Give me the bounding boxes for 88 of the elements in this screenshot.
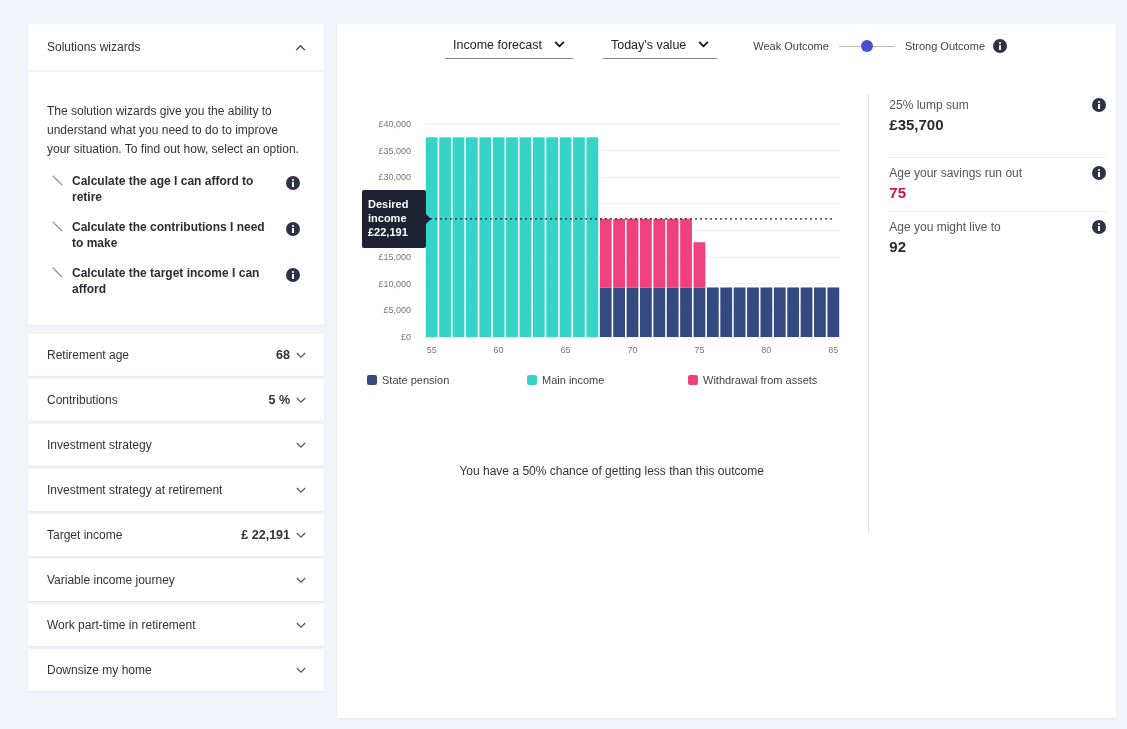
settings-row[interactable]: Variable income journey	[28, 559, 324, 601]
axis-label: 55	[426, 345, 437, 355]
chart-bar	[814, 287, 826, 337]
settings-row[interactable]: Contributions 5 %	[28, 379, 324, 421]
chart-bar	[653, 287, 666, 337]
chevron-icon	[296, 576, 306, 584]
chart-bar	[760, 287, 773, 337]
chevron-icon	[296, 531, 306, 539]
chance-note: You have a 50% chance of getting less than this outcome	[458, 464, 765, 478]
chevron-icon[interactable]	[295, 43, 306, 51]
chevron-icon	[296, 396, 306, 404]
axis-label: 70	[627, 345, 638, 355]
chart-bar	[720, 287, 733, 337]
axis-label: 65	[560, 345, 571, 355]
axis-label: £0	[401, 332, 411, 342]
wand-icon	[51, 220, 64, 233]
settings-row[interactable]: Downsize my home	[28, 649, 324, 691]
axis-label: 85	[828, 345, 839, 355]
chart-bar	[653, 218, 666, 288]
chart-bar	[693, 287, 706, 337]
chart-bar	[773, 287, 786, 337]
chevron-icon	[296, 441, 306, 449]
chevron-icon	[698, 41, 710, 48]
axis-label: £30,000	[378, 172, 411, 183]
chart-bar	[827, 287, 840, 337]
tooltip-pointer	[426, 213, 431, 224]
info-icon[interactable]	[286, 222, 300, 236]
chevron-icon	[296, 666, 306, 674]
intro-text: The solution wizards give you the ability to understand what you need to do to improve your situation. To find out how, select an option.	[47, 103, 300, 158]
wizard-link[interactable]: Calculate the target income I can afford	[72, 265, 278, 297]
wizard-link[interactable]: Calculate the contributions I need to make	[72, 219, 278, 251]
info-icon[interactable]	[1092, 98, 1106, 112]
chart-bar	[626, 218, 639, 288]
axis-label: 80	[761, 345, 772, 355]
stat-label: 25% lump sum	[889, 98, 969, 112]
settings-row[interactable]: Investment strategy at retirement	[28, 469, 324, 511]
info-icon[interactable]	[1092, 220, 1106, 234]
axis-label: £10,000	[378, 278, 411, 289]
chart-bar	[800, 287, 813, 337]
stat-value: 92	[889, 238, 907, 255]
chart-bar	[640, 287, 652, 337]
axis-label: £15,000	[378, 252, 411, 263]
panel-title: Solutions wizards	[47, 40, 141, 54]
stat-label: Age you might live to	[889, 220, 1001, 234]
chevron-icon	[553, 41, 565, 48]
chart-bar	[613, 287, 625, 337]
value-select[interactable]: Today's value	[602, 33, 718, 59]
stat-value: £35,700	[889, 116, 945, 133]
view-select[interactable]: Income forecast	[445, 33, 573, 59]
chart-bar	[626, 287, 639, 337]
axis-label: £40,000	[378, 119, 411, 129]
info-icon[interactable]	[1092, 166, 1106, 180]
wand-icon	[51, 266, 64, 279]
legend-label: Main income	[542, 374, 605, 386]
info-icon[interactable]	[286, 268, 300, 282]
axis-label: £35,000	[378, 145, 411, 156]
chart-bar	[733, 287, 746, 337]
axis-label: £5,000	[383, 305, 411, 316]
chevron-icon	[296, 351, 306, 359]
wizard-link[interactable]: Calculate the age I can afford to retire	[72, 173, 278, 205]
chevron-icon	[296, 486, 306, 494]
stat-label: Age your savings run out	[889, 166, 1023, 180]
settings-row[interactable]: Work part-time in retirement	[28, 604, 324, 646]
stat-value: 75	[889, 184, 907, 201]
chart-bar	[787, 287, 800, 337]
chart-bar	[666, 218, 679, 288]
tooltip: Desired income £22,191	[362, 189, 426, 248]
chart-bar	[747, 287, 759, 337]
settings-row[interactable]: Target income £ 22,191	[28, 514, 324, 556]
axis-label: 60	[493, 345, 504, 355]
legend-label: Withdrawal from assets	[703, 374, 818, 386]
slider-label: Strong Outcome	[904, 40, 985, 52]
settings-row[interactable]: Investment strategy	[28, 424, 324, 466]
chart-bar	[613, 218, 625, 288]
chart-bar	[706, 287, 719, 337]
chart-bar	[666, 287, 679, 337]
outcome-slider[interactable]	[838, 40, 895, 52]
chart-bar	[680, 287, 692, 337]
axis-label: 75	[694, 345, 705, 355]
settings-row[interactable]: Retirement age 68	[28, 334, 324, 376]
chevron-icon	[296, 621, 306, 629]
slider-thumb[interactable]	[860, 40, 873, 52]
slider-label: Weak Outcome	[753, 40, 829, 52]
info-icon[interactable]	[286, 176, 300, 190]
legend-label: State pension	[382, 374, 450, 386]
info-icon[interactable]	[993, 39, 1007, 53]
chart-bar	[640, 218, 652, 288]
wand-icon	[51, 174, 64, 187]
